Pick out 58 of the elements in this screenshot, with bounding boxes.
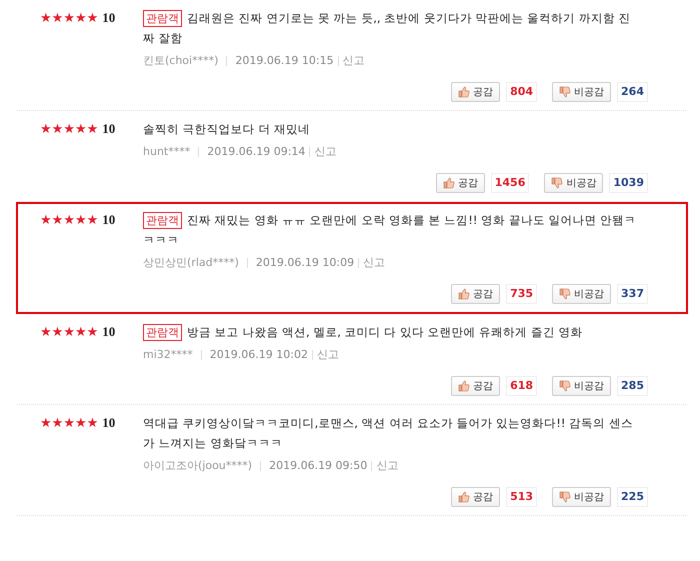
review-text: 관람객 김래원은 진짜 연기로는 못 까는 듯,, 초반에 웃기다가 막판에는 울컥하기 까지함 진짜 잘함 (143, 9, 632, 47)
dislike-count: 1039 (609, 173, 648, 193)
thumbs-up-icon (458, 491, 470, 503)
score: 10 (102, 415, 116, 431)
viewer-badge: 관람객 (143, 324, 182, 341)
like-button[interactable]: 공감 (451, 487, 500, 507)
dislike-count: 337 (617, 284, 648, 304)
score: 10 (102, 121, 116, 137)
author: 아이고조아(joou****) (143, 458, 252, 473)
dislike-button[interactable]: 비공감 (552, 487, 612, 507)
like-button[interactable]: 공감 (436, 173, 485, 193)
star-rating: ★★★★★ (40, 326, 98, 338)
thumbs-down-icon (559, 380, 572, 392)
score: 10 (102, 324, 116, 340)
thumbs-down-icon (559, 491, 572, 503)
dislike-count: 264 (617, 82, 648, 102)
thumbs-up-icon (458, 288, 470, 300)
dislike-button[interactable]: 비공감 (552, 82, 612, 102)
star-rating: ★★★★★ (40, 122, 98, 136)
date: 2019.06.19 10:02 (210, 348, 308, 361)
thumbs-down-icon (559, 288, 572, 300)
dislike-button[interactable]: 비공감 (552, 284, 612, 304)
thumbs-down-icon (551, 177, 564, 189)
score: 10 (102, 10, 116, 26)
like-count: 735 (506, 284, 538, 304)
viewer-badge: 관람객 (143, 10, 182, 27)
author: 상민상민(rlad****) (143, 255, 239, 270)
thumbs-up-icon (458, 86, 470, 98)
dislike-button[interactable]: 비공감 (544, 173, 604, 193)
like-button[interactable]: 공감 (451, 376, 500, 396)
review-text: 관람객 방금 보고 나왔음 액션, 멜로, 코미디 다 있다 오랜만에 유쾌하게 즐긴 영화 (143, 322, 648, 342)
thumbs-up-icon (442, 177, 455, 189)
like-count: 1456 (490, 173, 530, 193)
star-rating: ★★★★★ (40, 12, 98, 24)
author: 킨토(choi****) (143, 53, 218, 68)
review-text: 솔찍히 극한직업보다 더 재밌네 (143, 121, 311, 138)
viewer-badge: 관람객 (143, 212, 182, 229)
author: mi32**** (143, 348, 193, 361)
author: hunt**** (143, 145, 190, 158)
score: 10 (102, 212, 116, 228)
dislike-button[interactable]: 비공감 (552, 376, 612, 396)
like-button[interactable]: 공감 (451, 82, 500, 102)
review-text: 관람객 진짜 재밌는 영화 ㅠㅠ 오랜만에 오락 영화를 본 느낌!! 영화 끝나도 일어나면 안됌ㅋㅋㅋㅋ (143, 211, 638, 249)
date: 2019.06.19 10:15 (235, 54, 334, 67)
like-button[interactable]: 공감 (451, 284, 500, 304)
date: 2019.06.19 10:09 (256, 256, 354, 269)
date: 2019.06.19 09:50 (269, 459, 368, 472)
dislike-count: 285 (617, 376, 648, 396)
star-rating: ★★★★★ (40, 214, 98, 226)
date: 2019.06.19 09:14 (207, 145, 306, 158)
thumbs-down-icon (559, 86, 572, 98)
thumbs-up-icon (458, 380, 470, 392)
like-count: 804 (506, 82, 538, 102)
dislike-count: 225 (617, 487, 648, 507)
star-rating: ★★★★★ (40, 416, 98, 430)
like-count: 618 (506, 376, 538, 396)
like-count: 513 (506, 487, 538, 507)
review-text: 역대급 쿠키영상이닼ㅋㅋ코미디,로맨스, 액션 여러 요소가 들어가 있는영화다!! 감독의 센스가 느껴지는 영화닼ㅋㅋㅋ (143, 415, 634, 452)
